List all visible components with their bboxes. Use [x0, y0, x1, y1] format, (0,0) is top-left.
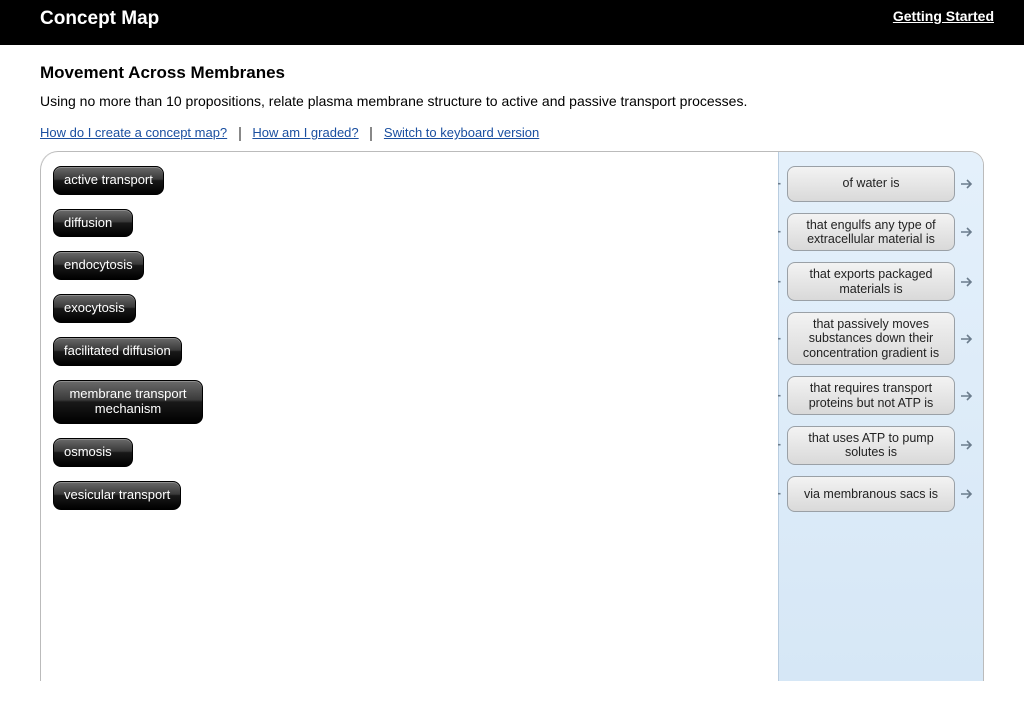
connector-right-arrow-icon: [961, 439, 975, 451]
term-chip[interactable]: vesicular transport: [53, 481, 181, 510]
concept-canvas[interactable]: active transport diffusion endocytosis e…: [40, 152, 778, 681]
linking-phrase[interactable]: that engulfs any type of extracellular m…: [787, 213, 955, 252]
term-chip[interactable]: diffusion: [53, 209, 133, 238]
linking-phrase[interactable]: that uses ATP to pump solutes is: [787, 426, 955, 465]
phrase-row: that uses ATP to pump solutes is: [787, 426, 975, 465]
connector-right-arrow-icon: [961, 333, 975, 345]
connector-right-arrow-icon: [961, 226, 975, 238]
term-chip[interactable]: facilitated diffusion: [53, 337, 182, 366]
workspace: active transport diffusion endocytosis e…: [40, 151, 984, 681]
help-create-link[interactable]: How do I create a concept map?: [40, 125, 227, 140]
help-links: How do I create a concept map? How am I …: [40, 125, 984, 141]
term-chip[interactable]: membrane transport mechanism: [53, 380, 203, 424]
switch-keyboard-link[interactable]: Switch to keyboard version: [384, 125, 539, 140]
separator-icon: [239, 127, 241, 141]
separator-icon: [370, 127, 372, 141]
connector-right-arrow-icon: [961, 178, 975, 190]
content-area: Movement Across Membranes Using no more …: [0, 45, 1024, 681]
connector-right-arrow-icon: [961, 390, 975, 402]
linking-phrase[interactable]: that exports packaged materials is: [787, 262, 955, 301]
term-chip[interactable]: osmosis: [53, 438, 133, 467]
getting-started-link[interactable]: Getting Started: [893, 8, 994, 24]
term-chip[interactable]: active transport: [53, 166, 164, 195]
instructions-text: Using no more than 10 propositions, rela…: [40, 93, 984, 109]
linking-phrase[interactable]: that passively moves substances down the…: [787, 312, 955, 365]
linking-phrase[interactable]: that requires transport proteins but not…: [787, 376, 955, 415]
linking-phrase-tray: of water is that engulfs any type of ext…: [778, 152, 983, 681]
phrase-row: that requires transport proteins but not…: [787, 376, 975, 415]
term-chip[interactable]: endocytosis: [53, 251, 144, 280]
phrase-row: via membranous sacs is: [787, 476, 975, 512]
connector-right-arrow-icon: [961, 488, 975, 500]
help-graded-link[interactable]: How am I graded?: [252, 125, 358, 140]
section-title: Movement Across Membranes: [40, 63, 984, 83]
phrase-row: that passively moves substances down the…: [787, 312, 975, 365]
phrase-row: that exports packaged materials is: [787, 262, 975, 301]
phrase-row: that engulfs any type of extracellular m…: [787, 213, 975, 252]
phrase-row: of water is: [787, 166, 975, 202]
header-bar: Concept Map Getting Started: [0, 0, 1024, 45]
page-title: Concept Map: [40, 8, 159, 30]
term-chip[interactable]: exocytosis: [53, 294, 136, 323]
connector-right-arrow-icon: [961, 276, 975, 288]
linking-phrase[interactable]: via membranous sacs is: [787, 476, 955, 512]
linking-phrase[interactable]: of water is: [787, 166, 955, 202]
